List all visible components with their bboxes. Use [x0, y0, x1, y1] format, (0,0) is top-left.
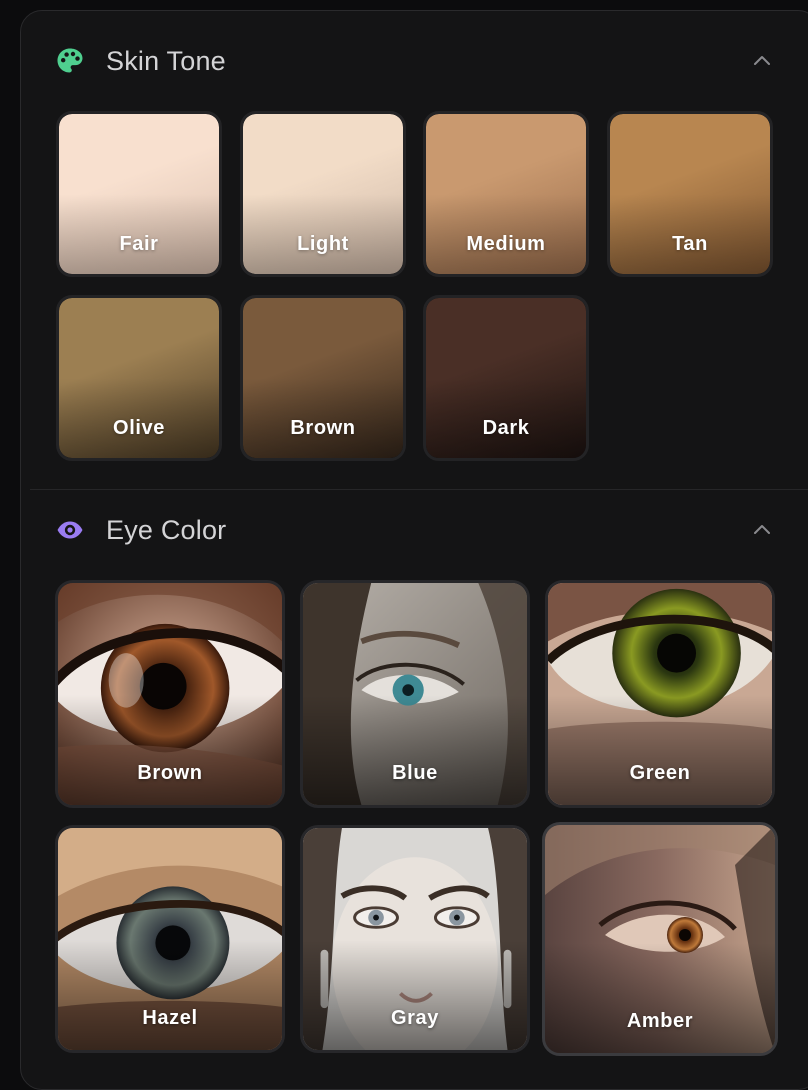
skin-option-label: Light — [297, 233, 349, 255]
chevron-up-icon[interactable] — [750, 49, 774, 73]
eye-option-label: Blue — [392, 762, 438, 784]
skin-option-medium[interactable]: Medium — [423, 111, 589, 277]
skin-tone-header[interactable]: Skin Tone — [0, 32, 808, 92]
photo-shade — [548, 695, 772, 805]
section-divider — [30, 489, 808, 490]
skin-option-label: Olive — [113, 417, 165, 439]
eye-option-label: Green — [629, 762, 691, 784]
eye-option-blue[interactable]: Blue — [300, 580, 530, 808]
eye-option-label: Brown — [137, 762, 203, 784]
eye-color-header[interactable]: Eye Color — [0, 500, 808, 560]
photo-shade — [58, 695, 282, 805]
photo-shade — [303, 940, 527, 1050]
eye-option-green[interactable]: Green — [545, 580, 775, 808]
skin-option-tan[interactable]: Tan — [607, 111, 773, 277]
photo-shade — [303, 695, 527, 805]
skin-option-label: Tan — [672, 233, 708, 255]
skin-option-brown[interactable]: Brown — [240, 295, 406, 461]
skin-tone-title: Skin Tone — [106, 46, 226, 76]
eye-icon — [57, 521, 83, 539]
eye-option-amber[interactable]: Amber — [542, 822, 778, 1056]
skin-option-label: Dark — [482, 417, 530, 439]
skin-option-label: Medium — [466, 233, 546, 255]
skin-option-dark[interactable]: Dark — [423, 295, 589, 461]
skin-option-light[interactable]: Light — [240, 111, 406, 277]
skin-option-fair[interactable]: Fair — [56, 111, 222, 277]
eye-option-gray[interactable]: Gray — [300, 825, 530, 1053]
skin-option-label: Fair — [119, 233, 159, 255]
skin-option-label: Brown — [290, 417, 356, 439]
eye-option-label: Hazel — [142, 1007, 198, 1029]
eye-color-title: Eye Color — [106, 515, 227, 545]
eye-option-brown[interactable]: Brown — [55, 580, 285, 808]
eye-option-label: Gray — [391, 1007, 439, 1029]
photo-shade — [58, 940, 282, 1050]
eye-option-hazel[interactable]: Hazel — [55, 825, 285, 1053]
chevron-up-icon[interactable] — [750, 518, 774, 542]
eye-option-label: Amber — [626, 1010, 694, 1032]
skin-option-olive[interactable]: Olive — [56, 295, 222, 461]
palette-icon — [57, 48, 83, 73]
photo-shade — [545, 943, 775, 1053]
